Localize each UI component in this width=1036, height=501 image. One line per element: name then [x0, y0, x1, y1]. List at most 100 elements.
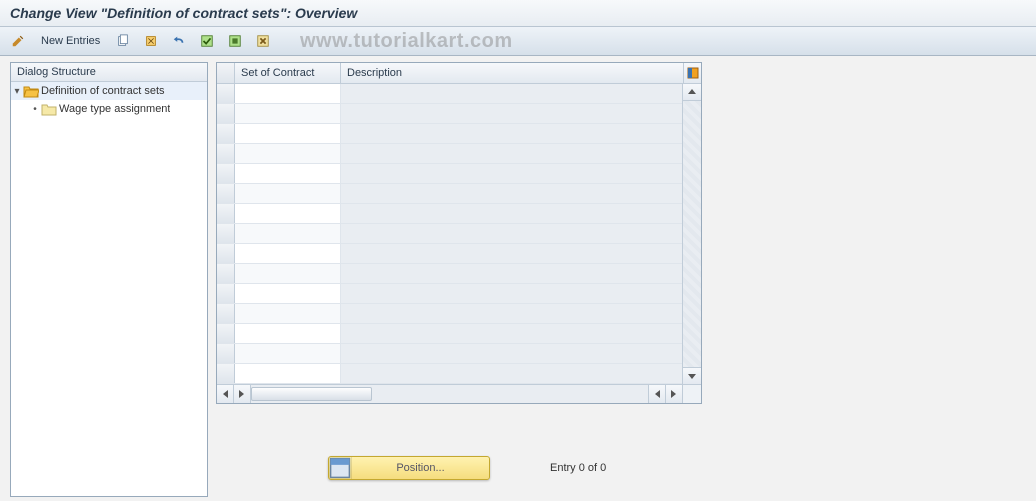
row-selector-cell[interactable]	[217, 304, 235, 323]
row-selector-cell[interactable]	[217, 84, 235, 103]
new-entries-button[interactable]: New Entries	[34, 30, 107, 52]
table-row[interactable]	[217, 144, 682, 164]
hscroll-track[interactable]	[251, 385, 648, 403]
scroll-right-button[interactable]	[665, 385, 682, 403]
table-row[interactable]	[217, 84, 682, 104]
select-all-button[interactable]	[195, 30, 219, 52]
cell-set-of-contract[interactable]	[235, 124, 341, 143]
scroll-last-button[interactable]	[648, 385, 665, 403]
scroll-up-button[interactable]	[683, 84, 701, 101]
row-selector-cell[interactable]	[217, 264, 235, 283]
row-selector-cell[interactable]	[217, 344, 235, 363]
row-selector-cell[interactable]	[217, 104, 235, 123]
tree-node-label: Definition of contract sets	[39, 85, 165, 97]
scroll-first-button[interactable]	[234, 385, 251, 403]
cell-description[interactable]	[341, 224, 682, 243]
tree-collapse-icon[interactable]: ▾	[11, 86, 23, 97]
cell-set-of-contract[interactable]	[235, 244, 341, 263]
main-area: Dialog Structure ▾ Definition of contrac…	[0, 56, 1036, 501]
horizontal-scrollbar[interactable]	[217, 384, 701, 403]
hscroll-thumb[interactable]	[251, 387, 372, 401]
cell-description[interactable]	[341, 144, 682, 163]
row-selector-cell[interactable]	[217, 164, 235, 183]
content-area: Set of Contract Description	[208, 56, 1036, 501]
cell-set-of-contract[interactable]	[235, 144, 341, 163]
undo-change-button[interactable]	[167, 30, 191, 52]
cell-description[interactable]	[341, 264, 682, 283]
cell-set-of-contract[interactable]	[235, 224, 341, 243]
row-selector-cell[interactable]	[217, 224, 235, 243]
table-row[interactable]	[217, 184, 682, 204]
cell-set-of-contract[interactable]	[235, 304, 341, 323]
chevron-right-icon	[669, 389, 679, 399]
cell-description[interactable]	[341, 324, 682, 343]
copy-as-button[interactable]	[111, 30, 135, 52]
column-header-description[interactable]: Description	[341, 63, 683, 83]
row-selector-cell[interactable]	[217, 204, 235, 223]
table-row[interactable]	[217, 324, 682, 344]
delete-button[interactable]	[139, 30, 163, 52]
cell-description[interactable]	[341, 304, 682, 323]
tree-node-wage-type-assignment[interactable]: • Wage type assignment	[11, 100, 207, 118]
table-row[interactable]	[217, 124, 682, 144]
scroll-left-button[interactable]	[217, 385, 234, 403]
table-row[interactable]	[217, 204, 682, 224]
table-row[interactable]	[217, 164, 682, 184]
tree-node-definition-of-contract-sets[interactable]: ▾ Definition of contract sets	[11, 82, 207, 100]
cell-description[interactable]	[341, 284, 682, 303]
table-row[interactable]	[217, 344, 682, 364]
cell-set-of-contract[interactable]	[235, 104, 341, 123]
table-configuration-button[interactable]	[683, 63, 701, 83]
cell-set-of-contract[interactable]	[235, 324, 341, 343]
toggle-display-change-button[interactable]	[6, 30, 30, 52]
cell-description[interactable]	[341, 164, 682, 183]
chevron-right-icon	[237, 389, 247, 399]
cell-set-of-contract[interactable]	[235, 284, 341, 303]
row-selector-cell[interactable]	[217, 124, 235, 143]
row-selector-cell[interactable]	[217, 144, 235, 163]
table-header-row: Set of Contract Description	[217, 63, 701, 84]
deselect-all-button[interactable]	[251, 30, 275, 52]
undo-icon	[172, 34, 186, 48]
cell-description[interactable]	[341, 184, 682, 203]
scroll-down-button[interactable]	[683, 367, 701, 384]
chevron-left-icon	[652, 389, 662, 399]
copy-icon	[116, 34, 130, 48]
position-button[interactable]: Position...	[328, 456, 490, 480]
row-selector-header[interactable]	[217, 63, 235, 83]
table-row[interactable]	[217, 104, 682, 124]
table-settings-icon	[687, 67, 699, 79]
column-header-set-of-contract[interactable]: Set of Contract	[235, 63, 341, 83]
cell-set-of-contract[interactable]	[235, 84, 341, 103]
entry-count-text: Entry 0 of 0	[550, 462, 606, 474]
position-button-label: Position...	[352, 462, 489, 474]
row-selector-cell[interactable]	[217, 184, 235, 203]
table-row[interactable]	[217, 264, 682, 284]
table-row[interactable]	[217, 304, 682, 324]
cell-set-of-contract[interactable]	[235, 184, 341, 203]
cell-set-of-contract[interactable]	[235, 364, 341, 383]
cell-description[interactable]	[341, 344, 682, 363]
cell-description[interactable]	[341, 104, 682, 123]
cell-description[interactable]	[341, 124, 682, 143]
row-selector-cell[interactable]	[217, 284, 235, 303]
deselect-all-icon	[256, 34, 270, 48]
cell-set-of-contract[interactable]	[235, 204, 341, 223]
cell-description[interactable]	[341, 84, 682, 103]
table-row[interactable]	[217, 284, 682, 304]
scroll-track[interactable]	[683, 101, 701, 367]
cell-set-of-contract[interactable]	[235, 344, 341, 363]
cell-description[interactable]	[341, 364, 682, 383]
row-selector-cell[interactable]	[217, 364, 235, 383]
cell-set-of-contract[interactable]	[235, 164, 341, 183]
table-row[interactable]	[217, 364, 682, 384]
vertical-scrollbar[interactable]	[682, 84, 701, 384]
cell-set-of-contract[interactable]	[235, 264, 341, 283]
cell-description[interactable]	[341, 204, 682, 223]
table-row[interactable]	[217, 244, 682, 264]
table-row[interactable]	[217, 224, 682, 244]
select-block-button[interactable]	[223, 30, 247, 52]
cell-description[interactable]	[341, 244, 682, 263]
row-selector-cell[interactable]	[217, 324, 235, 343]
row-selector-cell[interactable]	[217, 244, 235, 263]
